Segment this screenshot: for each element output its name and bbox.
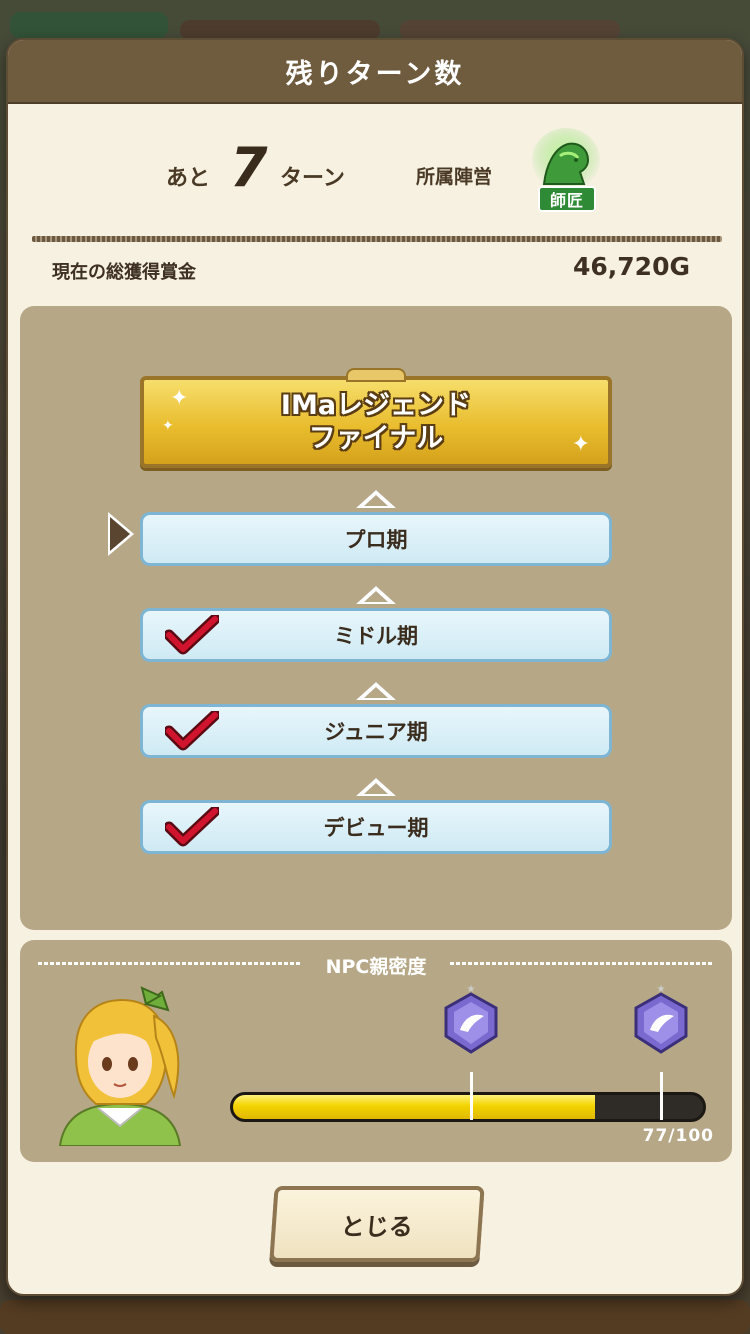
milestone-tick [470,1072,473,1120]
milestone-tick [660,1072,663,1120]
up-arrow-icon [356,778,396,796]
divider [32,236,722,242]
checkmark-icon [165,807,219,847]
faction-badge-label: 師匠 [538,186,596,212]
turns-suffix: ターン [280,166,345,191]
stage-item-debut: デビュー期 [140,800,612,854]
affinity-progress-bar [230,1092,706,1122]
stage-label: ジュニア期 [324,720,428,744]
turn-info-row: あと 7 ターン 所属陣営 師匠 [8,128,742,230]
up-arrow-icon [356,490,396,508]
final-stage-banner: ✦ ✦ ✦ IMaレジェンド ファイナル [140,368,612,468]
up-arrow-icon [356,682,396,700]
current-stage-pointer-icon [108,512,134,556]
sparkle-icon: ✦ [170,386,189,411]
sparkle-icon: ✦ [571,432,590,457]
faction-badge: 師匠 [530,126,602,216]
stage-progress-panel: ✦ ✦ ✦ IMaレジェンド ファイナル プロ期 ミドル期 ジュニア期 デビュー… [20,306,732,930]
checkmark-icon [165,615,219,655]
faction-label: 所属陣営 [416,166,493,188]
npc-portrait-avatar [58,986,182,1146]
title-rule-right [450,962,714,965]
stage-item-pro: プロ期 [140,512,612,566]
checkmark-icon [165,711,219,751]
affinity-milestone-medal-icon: ★ [634,984,688,1054]
stage-item-junior: ジュニア期 [140,704,612,758]
stage-item-middle: ミドル期 [140,608,612,662]
total-prize-value: 46,720G [573,252,690,281]
turns-prefix: あと [166,166,211,191]
final-stage-title-line1: IMaレジェンド [280,390,472,421]
stage-label: デビュー期 [323,816,429,840]
banner-crest [346,368,406,382]
stage-label: ミドル期 [334,624,418,648]
npc-affinity-title: NPC親密度 [325,956,427,978]
sparkle-icon: ✦ [162,418,174,434]
close-button-label: とじる [339,1212,414,1241]
remaining-turns-dialog: 残りターン数 あと 7 ターン 所属陣営 師匠 現在の総獲得賞金 46,720G… [6,38,744,1296]
affinity-progress-fill [233,1095,595,1119]
affinity-count-text: 77/100 [642,1126,714,1146]
final-stage-title-line2: ファイナル [308,423,444,454]
close-button[interactable]: とじる [269,1186,485,1262]
affinity-milestone-medal-icon: ★ [444,984,498,1054]
up-arrow-icon [356,586,396,604]
npc-affinity-panel: NPC親密度 ★ ★ 77/100 [20,940,732,1162]
turns-remaining-number: 7 [230,136,268,199]
dialog-title: 残りターン数 [8,40,742,104]
total-prize-label: 現在の総獲得賞金 [52,262,196,283]
stage-label: プロ期 [344,528,408,552]
